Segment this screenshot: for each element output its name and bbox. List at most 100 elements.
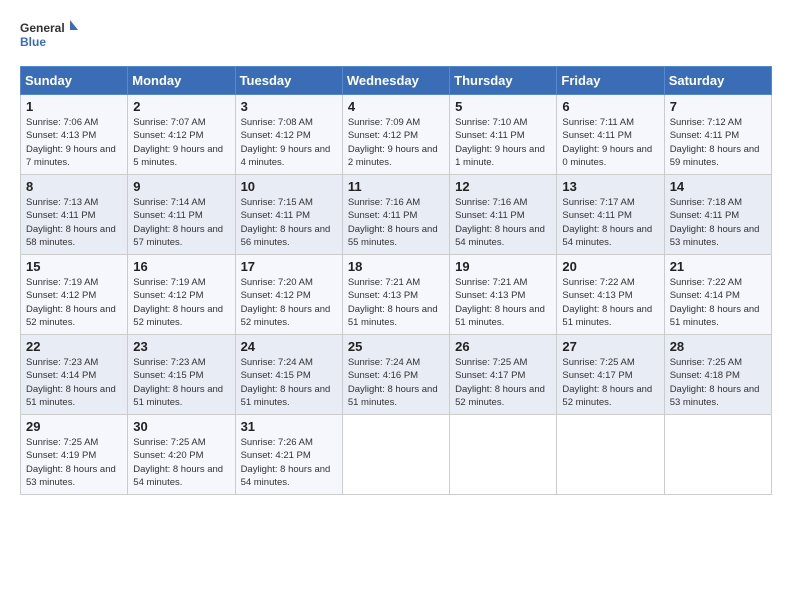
page-header: General Blue xyxy=(20,16,772,56)
day-number: 3 xyxy=(241,99,337,114)
day-number: 4 xyxy=(348,99,444,114)
header-thursday: Thursday xyxy=(450,67,557,95)
day-info: Sunrise: 7:19 AMSunset: 4:12 PMDaylight:… xyxy=(133,276,229,329)
header-tuesday: Tuesday xyxy=(235,67,342,95)
day-number: 1 xyxy=(26,99,122,114)
day-number: 15 xyxy=(26,259,122,274)
day-cell: 5Sunrise: 7:10 AMSunset: 4:11 PMDaylight… xyxy=(450,95,557,175)
day-cell: 6Sunrise: 7:11 AMSunset: 4:11 PMDaylight… xyxy=(557,95,664,175)
day-info: Sunrise: 7:19 AMSunset: 4:12 PMDaylight:… xyxy=(26,276,122,329)
day-cell: 2 Sunrise: 7:07 AMSunset: 4:12 PMDaylight… xyxy=(128,95,235,175)
day-number: 5 xyxy=(455,99,551,114)
day-number: 11 xyxy=(348,179,444,194)
day-number: 19 xyxy=(455,259,551,274)
day-info: Sunrise: 7:18 AMSunset: 4:11 PMDaylight:… xyxy=(670,196,766,249)
day-cell: 19 Sunrise: 7:21 AMSunset: 4:13 PMDayligh… xyxy=(450,255,557,335)
day-info: Sunrise: 7:16 AMSunset: 4:11 PMDaylight:… xyxy=(455,196,551,249)
day-number: 29 xyxy=(26,419,122,434)
day-number: 2 xyxy=(133,99,229,114)
day-info: Sunrise: 7:20 AMSunset: 4:12 PMDaylight:… xyxy=(241,276,337,329)
header-wednesday: Wednesday xyxy=(342,67,449,95)
day-number: 21 xyxy=(670,259,766,274)
day-cell: 11Sunrise: 7:16 AMSunset: 4:11 PMDayligh… xyxy=(342,175,449,255)
day-cell xyxy=(664,415,771,495)
day-info: Sunrise: 7:24 AMSunset: 4:15 PMDaylight:… xyxy=(241,356,337,409)
calendar-header-row: SundayMondayTuesdayWednesdayThursdayFrid… xyxy=(21,67,772,95)
day-number: 23 xyxy=(133,339,229,354)
day-number: 26 xyxy=(455,339,551,354)
day-cell: 12 Sunrise: 7:16 AMSunset: 4:11 PMDayligh… xyxy=(450,175,557,255)
day-number: 31 xyxy=(241,419,337,434)
week-row-5: 29 Sunrise: 7:25 AMSunset: 4:19 PMDayligh… xyxy=(21,415,772,495)
day-number: 22 xyxy=(26,339,122,354)
day-info: Sunrise: 7:21 AMSunset: 4:13 PMDaylight:… xyxy=(455,276,551,329)
day-cell: 26 Sunrise: 7:25 AMSunset: 4:17 PMDayligh… xyxy=(450,335,557,415)
day-cell: 10Sunrise: 7:15 AMSunset: 4:11 PMDayligh… xyxy=(235,175,342,255)
day-number: 24 xyxy=(241,339,337,354)
header-friday: Friday xyxy=(557,67,664,95)
day-cell: 25 Sunrise: 7:24 AMSunset: 4:16 PMDayligh… xyxy=(342,335,449,415)
svg-text:General: General xyxy=(20,21,65,35)
day-info: Sunrise: 7:22 AMSunset: 4:13 PMDaylight:… xyxy=(562,276,658,329)
week-row-4: 22 Sunrise: 7:23 AMSunset: 4:14 PMDayligh… xyxy=(21,335,772,415)
day-info: Sunrise: 7:25 AMSunset: 4:17 PMDaylight:… xyxy=(562,356,658,409)
day-cell: 14Sunrise: 7:18 AMSunset: 4:11 PMDayligh… xyxy=(664,175,771,255)
day-number: 6 xyxy=(562,99,658,114)
day-number: 17 xyxy=(241,259,337,274)
day-cell: 18 Sunrise: 7:21 AMSunset: 4:13 PMDayligh… xyxy=(342,255,449,335)
header-sunday: Sunday xyxy=(21,67,128,95)
day-info: Sunrise: 7:25 AMSunset: 4:18 PMDaylight:… xyxy=(670,356,766,409)
calendar-table: SundayMondayTuesdayWednesdayThursdayFrid… xyxy=(20,66,772,495)
day-info: Sunrise: 7:25 AMSunset: 4:19 PMDaylight:… xyxy=(26,436,122,489)
day-info: Sunrise: 7:12 AMSunset: 4:11 PMDaylight:… xyxy=(670,116,766,169)
day-number: 13 xyxy=(562,179,658,194)
day-number: 8 xyxy=(26,179,122,194)
day-cell: 8 Sunrise: 7:13 AMSunset: 4:11 PMDaylight… xyxy=(21,175,128,255)
svg-text:Blue: Blue xyxy=(20,35,46,49)
day-info: Sunrise: 7:08 AMSunset: 4:12 PMDaylight:… xyxy=(241,116,337,169)
day-cell: 4Sunrise: 7:09 AMSunset: 4:12 PMDaylight… xyxy=(342,95,449,175)
day-info: Sunrise: 7:25 AMSunset: 4:17 PMDaylight:… xyxy=(455,356,551,409)
day-info: Sunrise: 7:06 AMSunset: 4:13 PMDaylight:… xyxy=(26,116,122,169)
day-cell: 31 Sunrise: 7:26 AMSunset: 4:21 PMDayligh… xyxy=(235,415,342,495)
day-cell: 7Sunrise: 7:12 AMSunset: 4:11 PMDaylight… xyxy=(664,95,771,175)
day-cell: 24 Sunrise: 7:24 AMSunset: 4:15 PMDayligh… xyxy=(235,335,342,415)
day-cell: 21 Sunrise: 7:22 AMSunset: 4:14 PMDayligh… xyxy=(664,255,771,335)
week-row-2: 8 Sunrise: 7:13 AMSunset: 4:11 PMDaylight… xyxy=(21,175,772,255)
day-cell: 22 Sunrise: 7:23 AMSunset: 4:14 PMDayligh… xyxy=(21,335,128,415)
day-cell: 23 Sunrise: 7:23 AMSunset: 4:15 PMDayligh… xyxy=(128,335,235,415)
day-cell: 13 Sunrise: 7:17 AMSunset: 4:11 PMDayligh… xyxy=(557,175,664,255)
day-cell: 28 Sunrise: 7:25 AMSunset: 4:18 PMDayligh… xyxy=(664,335,771,415)
day-number: 16 xyxy=(133,259,229,274)
day-info: Sunrise: 7:13 AMSunset: 4:11 PMDaylight:… xyxy=(26,196,122,249)
day-cell: 9 Sunrise: 7:14 AMSunset: 4:11 PMDaylight… xyxy=(128,175,235,255)
day-cell xyxy=(557,415,664,495)
day-info: Sunrise: 7:25 AMSunset: 4:20 PMDaylight:… xyxy=(133,436,229,489)
logo-svg: General Blue xyxy=(20,16,80,56)
day-info: Sunrise: 7:14 AMSunset: 4:11 PMDaylight:… xyxy=(133,196,229,249)
day-number: 12 xyxy=(455,179,551,194)
week-row-3: 15 Sunrise: 7:19 AMSunset: 4:12 PMDayligh… xyxy=(21,255,772,335)
day-number: 28 xyxy=(670,339,766,354)
day-info: Sunrise: 7:23 AMSunset: 4:14 PMDaylight:… xyxy=(26,356,122,409)
day-info: Sunrise: 7:21 AMSunset: 4:13 PMDaylight:… xyxy=(348,276,444,329)
day-info: Sunrise: 7:17 AMSunset: 4:11 PMDaylight:… xyxy=(562,196,658,249)
day-number: 25 xyxy=(348,339,444,354)
day-cell xyxy=(342,415,449,495)
day-cell: 29 Sunrise: 7:25 AMSunset: 4:19 PMDayligh… xyxy=(21,415,128,495)
day-info: Sunrise: 7:26 AMSunset: 4:21 PMDaylight:… xyxy=(241,436,337,489)
day-cell: 16 Sunrise: 7:19 AMSunset: 4:12 PMDayligh… xyxy=(128,255,235,335)
week-row-1: 1 Sunrise: 7:06 AMSunset: 4:13 PMDaylight… xyxy=(21,95,772,175)
day-cell: 27Sunrise: 7:25 AMSunset: 4:17 PMDayligh… xyxy=(557,335,664,415)
day-cell xyxy=(450,415,557,495)
day-info: Sunrise: 7:07 AMSunset: 4:12 PMDaylight:… xyxy=(133,116,229,169)
day-number: 9 xyxy=(133,179,229,194)
day-number: 18 xyxy=(348,259,444,274)
day-info: Sunrise: 7:22 AMSunset: 4:14 PMDaylight:… xyxy=(670,276,766,329)
day-number: 30 xyxy=(133,419,229,434)
header-monday: Monday xyxy=(128,67,235,95)
day-cell: 17 Sunrise: 7:20 AMSunset: 4:12 PMDayligh… xyxy=(235,255,342,335)
day-info: Sunrise: 7:24 AMSunset: 4:16 PMDaylight:… xyxy=(348,356,444,409)
day-cell: 1 Sunrise: 7:06 AMSunset: 4:13 PMDaylight… xyxy=(21,95,128,175)
day-info: Sunrise: 7:23 AMSunset: 4:15 PMDaylight:… xyxy=(133,356,229,409)
